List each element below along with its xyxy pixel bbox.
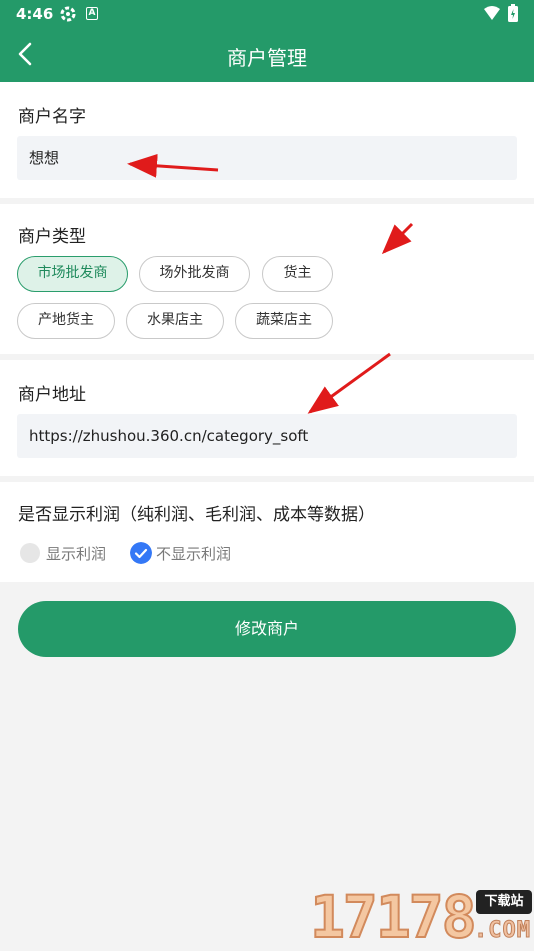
chip-fruit-shop-owner[interactable]: 水果店主 <box>126 303 224 339</box>
watermark-logo: 17178 下载站 .COM <box>308 883 534 951</box>
radio-show-profit[interactable]: 显示利润 <box>20 541 120 565</box>
watermark-suffix: .COM <box>474 918 531 944</box>
chip-cargo-owner[interactable]: 货主 <box>262 256 333 292</box>
chip-vegetable-shop-owner[interactable]: 蔬菜店主 <box>235 303 333 339</box>
battery-icon <box>508 4 518 22</box>
modify-merchant-button[interactable]: 修改商户 <box>18 601 516 657</box>
chip-market-wholesaler[interactable]: 市场批发商 <box>17 256 128 292</box>
profit-section: 是否显示利润（纯利润、毛利润、成本等数据） <box>0 482 534 582</box>
address-section: 商户地址 https://zhushou.360.cn/category_sof… <box>0 360 534 476</box>
type-section: 商户类型 市场批发商 场外批发商 货主 产地货主 水果店主 蔬菜店主 <box>0 204 534 354</box>
radio-hide-profit-label: 不显示利润 <box>156 545 232 563</box>
address-input[interactable]: https://zhushou.360.cn/category_soft <box>17 414 517 458</box>
status-time: 4:46 <box>16 5 54 23</box>
chip-offsite-wholesaler[interactable]: 场外批发商 <box>139 256 250 292</box>
watermark-number: 17178 <box>309 883 478 951</box>
radio-show-profit-label: 显示利润 <box>46 545 107 563</box>
notification-a-icon: A <box>86 7 98 20</box>
radio-unchecked-icon <box>20 543 40 563</box>
chip-origin-cargo-owner[interactable]: 产地货主 <box>17 303 115 339</box>
address-label: 商户地址 <box>18 385 86 405</box>
radio-checked-icon <box>130 542 152 564</box>
status-bar: 4:46 A <box>0 0 534 28</box>
wifi-icon <box>484 6 500 20</box>
radio-hide-profit[interactable]: 不显示利润 <box>130 541 250 565</box>
name-label: 商户名字 <box>18 107 86 127</box>
settings-icon <box>60 6 76 22</box>
profit-label: 是否显示利润（纯利润、毛利润、成本等数据） <box>18 505 375 525</box>
type-label: 商户类型 <box>18 227 86 247</box>
app-bar: 4:46 A 商户管理 <box>0 0 534 82</box>
page-title: 商户管理 <box>227 46 307 70</box>
name-section: 商户名字 想想 <box>0 82 534 198</box>
name-input[interactable]: 想想 <box>17 136 517 180</box>
watermark-badge: 下载站 <box>476 890 532 914</box>
